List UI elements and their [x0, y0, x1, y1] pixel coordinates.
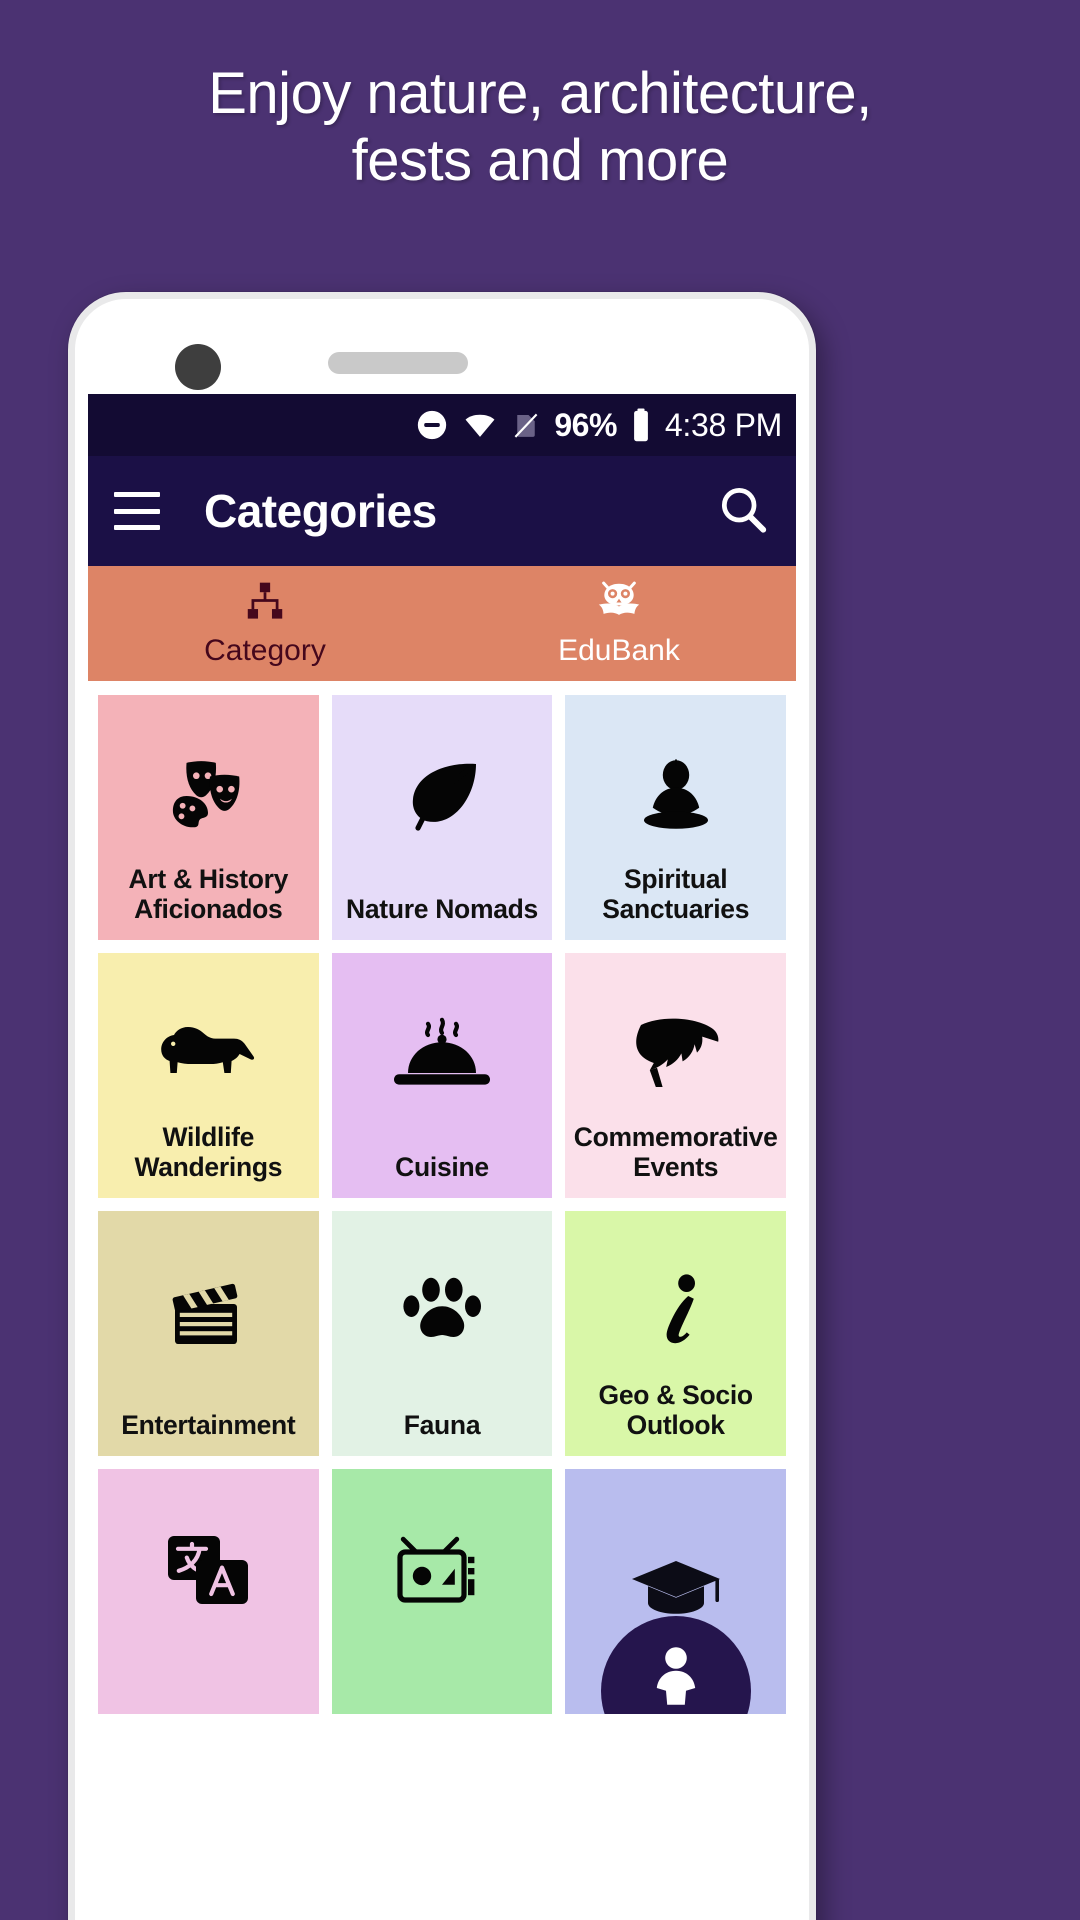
- earpiece-speaker: [328, 352, 468, 374]
- category-tile-cuisine[interactable]: Cuisine: [331, 953, 553, 1198]
- spartan-helmet-icon: [629, 1017, 723, 1091]
- no-sim-icon: [511, 408, 541, 442]
- translate-icon: [164, 1532, 252, 1608]
- page-title: Categories: [204, 485, 437, 537]
- search-icon[interactable]: [716, 482, 770, 541]
- promo-line-2: fests and more: [351, 128, 729, 194]
- tab-category[interactable]: Category: [88, 566, 442, 681]
- promo-line-1: Enjoy nature, architecture,: [208, 61, 872, 126]
- category-tile-label: Entertainment: [121, 1409, 296, 1440]
- theatre-masks-palette-icon: [162, 757, 254, 835]
- food-dome-icon: [393, 1015, 490, 1093]
- phone-body: 96% 4:38 PM Categories Category EduBank …: [75, 299, 809, 1920]
- category-tile-label: Art & History Aficionados: [128, 863, 289, 924]
- category-tile-geo-socio-outlook[interactable]: Geo & Socio Outlook: [565, 1211, 786, 1456]
- category-tile-education[interactable]: [565, 1469, 786, 1714]
- avatar: [600, 1616, 751, 1714]
- category-tile-wildlife-wanderings[interactable]: Wildlife Wanderings: [98, 953, 319, 1198]
- do-not-disturb-icon: [415, 408, 449, 442]
- paw-print-icon: [399, 1273, 485, 1351]
- hamburger-menu-icon[interactable]: [114, 492, 160, 530]
- owl-book-icon: [594, 579, 644, 628]
- category-tile-label: Cuisine: [395, 1151, 489, 1182]
- category-tile-spiritual-sanctuaries[interactable]: Spiritual Sanctuaries: [565, 695, 786, 940]
- status-bar-clock: 4:38 PM: [664, 406, 782, 443]
- battery-percent-label: 96%: [554, 406, 617, 443]
- clapperboard-icon: [165, 1274, 251, 1350]
- battery-full-icon: [630, 407, 652, 443]
- status-bar: 96% 4:38 PM: [88, 394, 796, 456]
- category-tile-nature-nomads[interactable]: Nature Nomads: [331, 695, 553, 940]
- tab-edubank[interactable]: EduBank: [442, 566, 796, 681]
- phone-mockup: 96% 4:38 PM Categories Category EduBank …: [68, 292, 816, 1920]
- category-tile-art-history[interactable]: Art & History Aficionados: [98, 695, 319, 940]
- category-tile-label: Spiritual Sanctuaries: [602, 863, 750, 924]
- app-bar: Categories: [88, 456, 796, 566]
- category-tile-label: Nature Nomads: [346, 893, 538, 924]
- category-tile-label: Geo & Socio Outlook: [598, 1379, 754, 1440]
- category-tile-label: Fauna: [403, 1409, 481, 1440]
- front-camera-icon: [175, 344, 221, 390]
- category-grid: Art & History Aficionados Nature Nomads: [88, 681, 796, 1714]
- wifi-icon: [462, 408, 498, 442]
- tab-bar: Category EduBank: [88, 566, 796, 681]
- category-tile-fauna[interactable]: Fauna: [331, 1211, 553, 1456]
- category-tile-tv[interactable]: [331, 1469, 553, 1714]
- category-tile-label: Commemorative Events: [573, 1121, 778, 1182]
- category-tile-translate[interactable]: [98, 1469, 319, 1714]
- tab-edubank-label: EduBank: [558, 634, 680, 667]
- graduation-cap-icon: [628, 1557, 724, 1619]
- category-tile-label: Wildlife Wanderings: [134, 1121, 283, 1182]
- hierarchy-icon: [241, 579, 289, 628]
- promo-headline: Enjoy nature, architecture, fests and mo…: [0, 60, 1080, 195]
- category-tile-commemorative-events[interactable]: Commemorative Events: [565, 953, 786, 1198]
- tv-icon: [396, 1534, 488, 1606]
- italic-i-info-icon: [647, 1272, 705, 1352]
- leaf-icon: [400, 758, 484, 834]
- phone-screen: 96% 4:38 PM Categories Category EduBank …: [88, 394, 796, 1920]
- lion-icon: [158, 1023, 258, 1085]
- buddha-icon: [637, 758, 715, 833]
- tab-category-label: Category: [204, 634, 326, 667]
- category-tile-entertainment[interactable]: Entertainment: [98, 1211, 319, 1456]
